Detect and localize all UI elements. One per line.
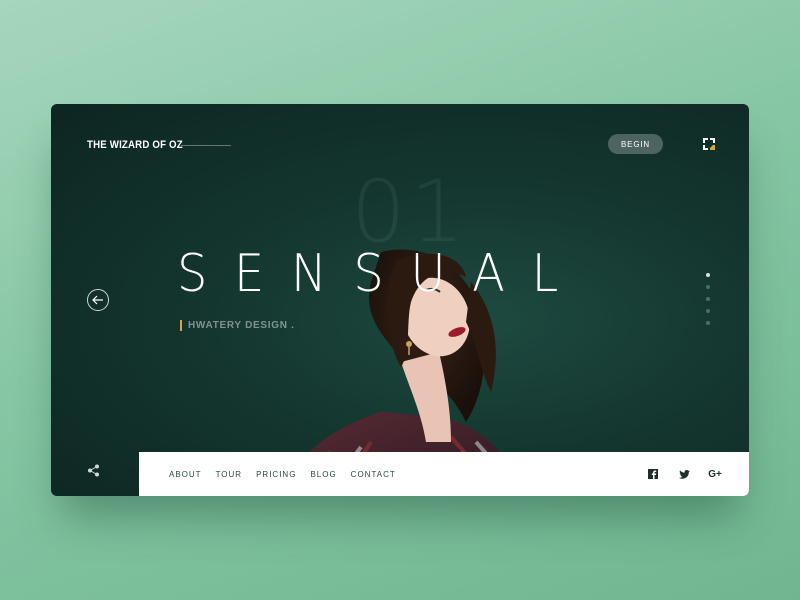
nav-item-about[interactable]: ABOUT xyxy=(169,470,202,479)
hero-title: SENSUAL xyxy=(177,244,585,304)
bottom-nav-bar: ABOUT TOUR PRICING BLOG CONTACT G+ xyxy=(139,452,749,496)
google-plus-icon[interactable]: G+ xyxy=(708,468,722,480)
slider-dot[interactable] xyxy=(706,273,710,277)
main-nav: ABOUT TOUR PRICING BLOG CONTACT xyxy=(169,452,410,496)
share-icon[interactable] xyxy=(87,464,100,477)
social-links: G+ xyxy=(628,452,722,496)
twitter-icon[interactable] xyxy=(678,468,690,480)
slider-dot[interactable] xyxy=(706,285,710,289)
nav-item-tour[interactable]: TOUR xyxy=(216,470,243,479)
arrow-left-icon[interactable] xyxy=(87,289,109,311)
hero-card: THE WIZARD OF OZ BEGIN 01 SENSUAL HWATER… xyxy=(51,104,749,496)
nav-item-pricing[interactable]: PRICING xyxy=(256,470,296,479)
hero-subtitle: HWATERY DESIGN . xyxy=(188,320,295,331)
slider-dot[interactable] xyxy=(706,321,710,325)
logo-icon[interactable] xyxy=(702,137,716,151)
slider-dots xyxy=(706,273,712,333)
slider-dot[interactable] xyxy=(706,309,710,313)
subtitle-accent-bar xyxy=(180,320,182,331)
brand-title[interactable]: THE WIZARD OF OZ xyxy=(87,139,183,151)
nav-item-contact[interactable]: CONTACT xyxy=(351,470,396,479)
facebook-icon[interactable] xyxy=(647,468,659,480)
nav-item-blog[interactable]: BLOG xyxy=(310,470,336,479)
begin-button[interactable]: BEGIN xyxy=(608,134,663,154)
brand-divider xyxy=(181,145,231,146)
slider-dot[interactable] xyxy=(706,297,710,301)
